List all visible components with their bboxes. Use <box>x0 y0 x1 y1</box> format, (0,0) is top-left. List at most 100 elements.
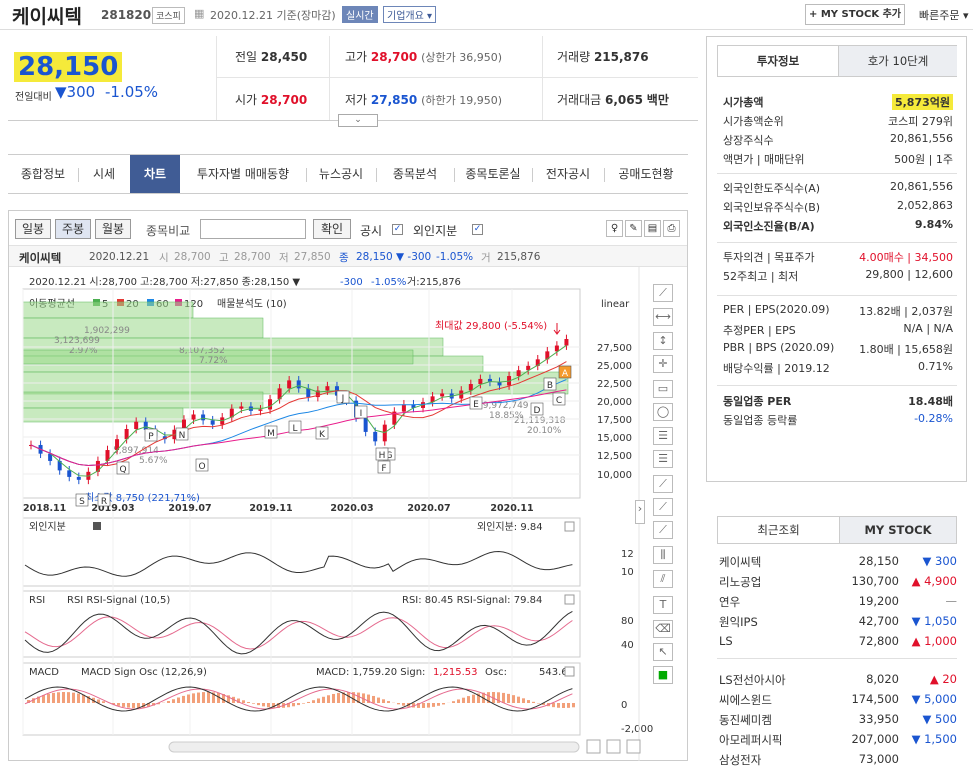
prev-close: 전일 28,450 <box>235 48 307 65</box>
text-icon[interactable]: T <box>653 596 673 614</box>
confirm-button[interactable]: 확인 <box>313 219 351 239</box>
pen-icon[interactable]: ✎ <box>625 220 642 237</box>
macd-osc-bar <box>562 703 565 708</box>
daily-button[interactable]: 일봉 <box>15 219 51 239</box>
current-price: 28,150 <box>14 52 122 82</box>
candle-body <box>306 388 310 397</box>
recent-stock-row[interactable]: 삼성전자73,000 <box>717 752 957 772</box>
invest-row: 동일업종 PER18.48배 <box>723 393 953 410</box>
tab-8[interactable]: 공매도현황 <box>604 155 688 193</box>
volume-profile-value: 21,119,318 <box>514 416 566 426</box>
macd-osc-label: Osc: <box>485 667 507 678</box>
recent-stock-row[interactable]: 리노공업130,700▲ 4,900 <box>717 574 957 594</box>
collapse-handle-icon[interactable]: › <box>635 500 645 524</box>
volume-profile-bar <box>23 302 193 318</box>
tab-6[interactable]: 종목토론실 <box>454 155 532 193</box>
candle-body <box>364 417 368 432</box>
corp-info-dropdown[interactable]: 기업개요 ▾ <box>383 6 436 23</box>
change-label: 전일대비 <box>15 88 52 103</box>
invest-row-value: 500원 | 1주 <box>894 151 953 167</box>
macd-osc-bar <box>442 703 445 704</box>
bulb-icon[interactable]: ♀ <box>606 220 623 237</box>
channel-icon[interactable]: ⟋ <box>653 498 673 516</box>
low-icon: 저 <box>279 250 289 265</box>
cycle-icon[interactable]: ⫼ <box>653 546 673 564</box>
zoom-in-icon <box>587 740 600 753</box>
expand-icon[interactable]: ▤ <box>644 220 661 237</box>
volume-profile-bar <box>23 318 263 338</box>
recent-stock-change: — <box>901 594 957 608</box>
market-badge: 코스피 <box>152 7 185 24</box>
trend-icon[interactable]: ⟋ <box>653 475 673 493</box>
down-triangle-icon: ▼ <box>55 83 67 101</box>
fibo-fan-icon[interactable]: ☰ <box>653 450 673 468</box>
vertical-line-icon[interactable]: ↕ <box>653 332 673 350</box>
recent-stock-change: ▼ 1,500 <box>901 732 957 746</box>
realtime-button[interactable]: 실시간 <box>342 6 378 23</box>
circle-icon[interactable]: ◯ <box>653 403 673 421</box>
tab-1[interactable]: 시세 <box>78 155 130 193</box>
tab-orderbook[interactable]: 호가 10단계 <box>838 46 957 76</box>
candle-body <box>297 380 301 388</box>
pattern-marker-label: L <box>292 424 297 434</box>
gann-icon[interactable]: ⟋ <box>653 521 673 539</box>
invest-row-label: 외국인한도주식수(A) <box>723 180 820 196</box>
foreign-pane-title: 외인지분 <box>29 521 66 533</box>
recent-stock-row[interactable]: 케이씨텍28,150▼ 300 <box>717 554 957 574</box>
macd-osc-bar <box>72 693 75 703</box>
tab-3[interactable]: 투자자별 매매동향 <box>180 155 306 193</box>
invest-row: 액면가 | 매매단위500원 | 1주 <box>723 151 953 168</box>
tab-recent[interactable]: 최근조회 <box>718 517 839 543</box>
tab-4[interactable]: 뉴스공시 <box>306 155 376 193</box>
tab-invest-info[interactable]: 투자정보 <box>718 46 838 76</box>
recent-stock-row[interactable]: 씨에스윈드174,500▼ 5,000 <box>717 692 957 712</box>
invest-row-label: 동일업종 PER <box>723 393 791 409</box>
tab-mystock[interactable]: MY STOCK <box>839 517 956 543</box>
macd-osc-bar <box>177 698 180 703</box>
x-tick-label: 2020.11 <box>490 503 533 514</box>
add-mystock-button[interactable]: + MY STOCK 추가 <box>805 4 905 25</box>
fibo-icon[interactable]: ☰ <box>653 427 673 445</box>
eraser-icon[interactable]: ⌫ <box>653 620 673 638</box>
notice-checkbox[interactable]: ✓ <box>392 224 403 235</box>
recent-stock-name: 연우 <box>719 594 740 610</box>
recent-stock-price: 8,020 <box>827 672 899 686</box>
tab-2[interactable]: 차트 <box>130 155 180 193</box>
color-swatch-icon[interactable]: ■ <box>653 666 673 684</box>
compare-input[interactable] <box>200 219 306 239</box>
weekly-button[interactable]: 주봉 <box>55 219 91 239</box>
horizontal-line-icon[interactable]: ⟷ <box>653 308 673 326</box>
pattern-marker-label: J <box>341 394 345 404</box>
tab-5[interactable]: 종목분석 <box>376 155 454 193</box>
foreign-checkbox[interactable]: ✓ <box>472 224 483 235</box>
print-icon[interactable]: ⎙ <box>663 220 680 237</box>
quick-order-button[interactable]: 빠른주문 ▾ <box>919 7 969 23</box>
high-value: 28,700 <box>371 50 417 64</box>
line-tool-icon[interactable]: ⟋ <box>653 284 673 302</box>
recent-stock-row[interactable]: 동진쎄미켐33,950▼ 500 <box>717 712 957 732</box>
recent-stock-price: 207,000 <box>827 732 899 746</box>
recent-stock-row[interactable]: 연우19,200— <box>717 594 957 614</box>
tab-0[interactable]: 종합정보 <box>8 155 78 193</box>
stock-chart-svg[interactable]: 2020.12.21 시:28,700 고:28,700 저:27,850 종:… <box>9 267 687 761</box>
recent-stock-row[interactable]: LS전선아시아8,020▲ 20 <box>717 672 957 692</box>
rectangle-icon[interactable]: ▭ <box>653 380 673 398</box>
stock-code: 281820 <box>101 8 151 22</box>
recent-stock-row[interactable]: LS72,800▲ 1,000 <box>717 634 957 654</box>
monthly-button[interactable]: 월봉 <box>95 219 131 239</box>
candle-body <box>373 432 377 441</box>
parallel-icon[interactable]: ⫽ <box>653 570 673 588</box>
tab-7[interactable]: 전자공시 <box>532 155 604 193</box>
recent-stocks-panel: 최근조회 MY STOCK 케이씨텍28,150▼ 300리노공업130,700… <box>717 516 957 761</box>
invest-row-value: 1.80배 | 15,658원 <box>859 341 953 357</box>
recent-stock-row[interactable]: 원익IPS42,700▼ 1,050 <box>717 614 957 634</box>
corp-info-label: 기업개요 <box>387 11 424 22</box>
chevron-down-icon: ▾ <box>959 9 968 22</box>
pointer-icon[interactable]: ↖ <box>653 643 673 661</box>
expand-chevron-icon[interactable]: ⌄ <box>338 114 378 127</box>
x-tick-label: 2020.03 <box>330 503 373 514</box>
invest-row-label: 시가총액 <box>723 94 763 110</box>
recent-stock-row[interactable]: 아모레퍼시픽207,000▼ 1,500 <box>717 732 957 752</box>
x-tick-label: 2019.07 <box>168 503 211 514</box>
crosshair-icon[interactable]: ✛ <box>653 355 673 373</box>
